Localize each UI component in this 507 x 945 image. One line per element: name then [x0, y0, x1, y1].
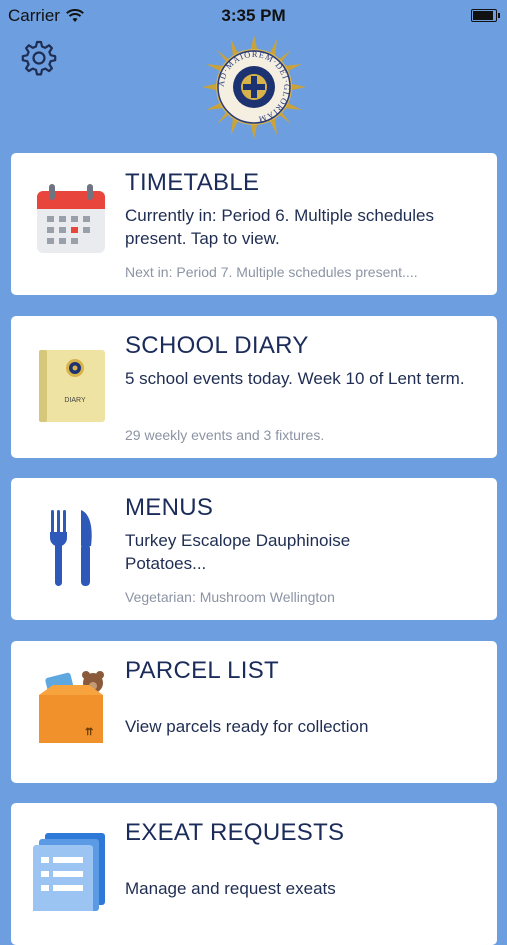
- card-description: Turkey Escalope Dauphinoise Potatoes...: [125, 531, 351, 573]
- card-title: SCHOOL DIARY: [125, 332, 309, 359]
- fork-knife-icon: [50, 510, 92, 586]
- card-description: Currently in: Period 6. Multiple schedul…: [125, 206, 434, 248]
- card-title: EXEAT REQUESTS: [125, 819, 345, 846]
- forms-icon: [33, 833, 105, 911]
- card-description: View parcels ready for collection: [125, 717, 369, 736]
- card-title: TIMETABLE: [125, 169, 260, 196]
- card-description: Manage and request exeats: [125, 879, 336, 898]
- menus-card[interactable]: MENUS Turkey Escalope Dauphinoise Potato…: [11, 478, 497, 620]
- svg-text:DIARY: DIARY: [64, 397, 86, 404]
- diary-book-icon: DIARY: [39, 350, 105, 422]
- svg-text:⇈: ⇈: [85, 727, 94, 738]
- battery-icon: [471, 9, 500, 22]
- status-time: 3:35 PM: [221, 6, 286, 25]
- card-description: 5 school events today. Week 10 of Lent t…: [125, 369, 465, 388]
- timetable-card[interactable]: TIMETABLE Currently in: Period 6. Multip…: [11, 153, 497, 295]
- school-diary-card[interactable]: DIARY SCHOOL DIARY 5 school events today…: [11, 316, 497, 458]
- gear-icon[interactable]: [20, 39, 58, 77]
- calendar-icon: [37, 184, 105, 253]
- exeat-requests-card[interactable]: EXEAT REQUESTS Manage and request exeats: [11, 803, 497, 945]
- card-title: PARCEL LIST: [125, 657, 280, 684]
- card-subtitle: 29 weekly events and 3 fixtures.: [125, 427, 325, 443]
- parcel-box-icon: ⇈: [39, 671, 104, 743]
- parcel-list-card[interactable]: ⇈ PARCEL LIST View parcels ready for col…: [11, 641, 497, 783]
- card-subtitle: Next in: Period 7. Multiple schedules pr…: [125, 264, 418, 280]
- school-crest-logo: AD·MAIOREM·DEI·GLORIAM: [202, 35, 306, 139]
- card-title: MENUS: [125, 494, 214, 521]
- status-bar: Carrier 3:35 PM: [0, 0, 507, 32]
- card-subtitle: Vegetarian: Mushroom Wellington: [125, 589, 335, 605]
